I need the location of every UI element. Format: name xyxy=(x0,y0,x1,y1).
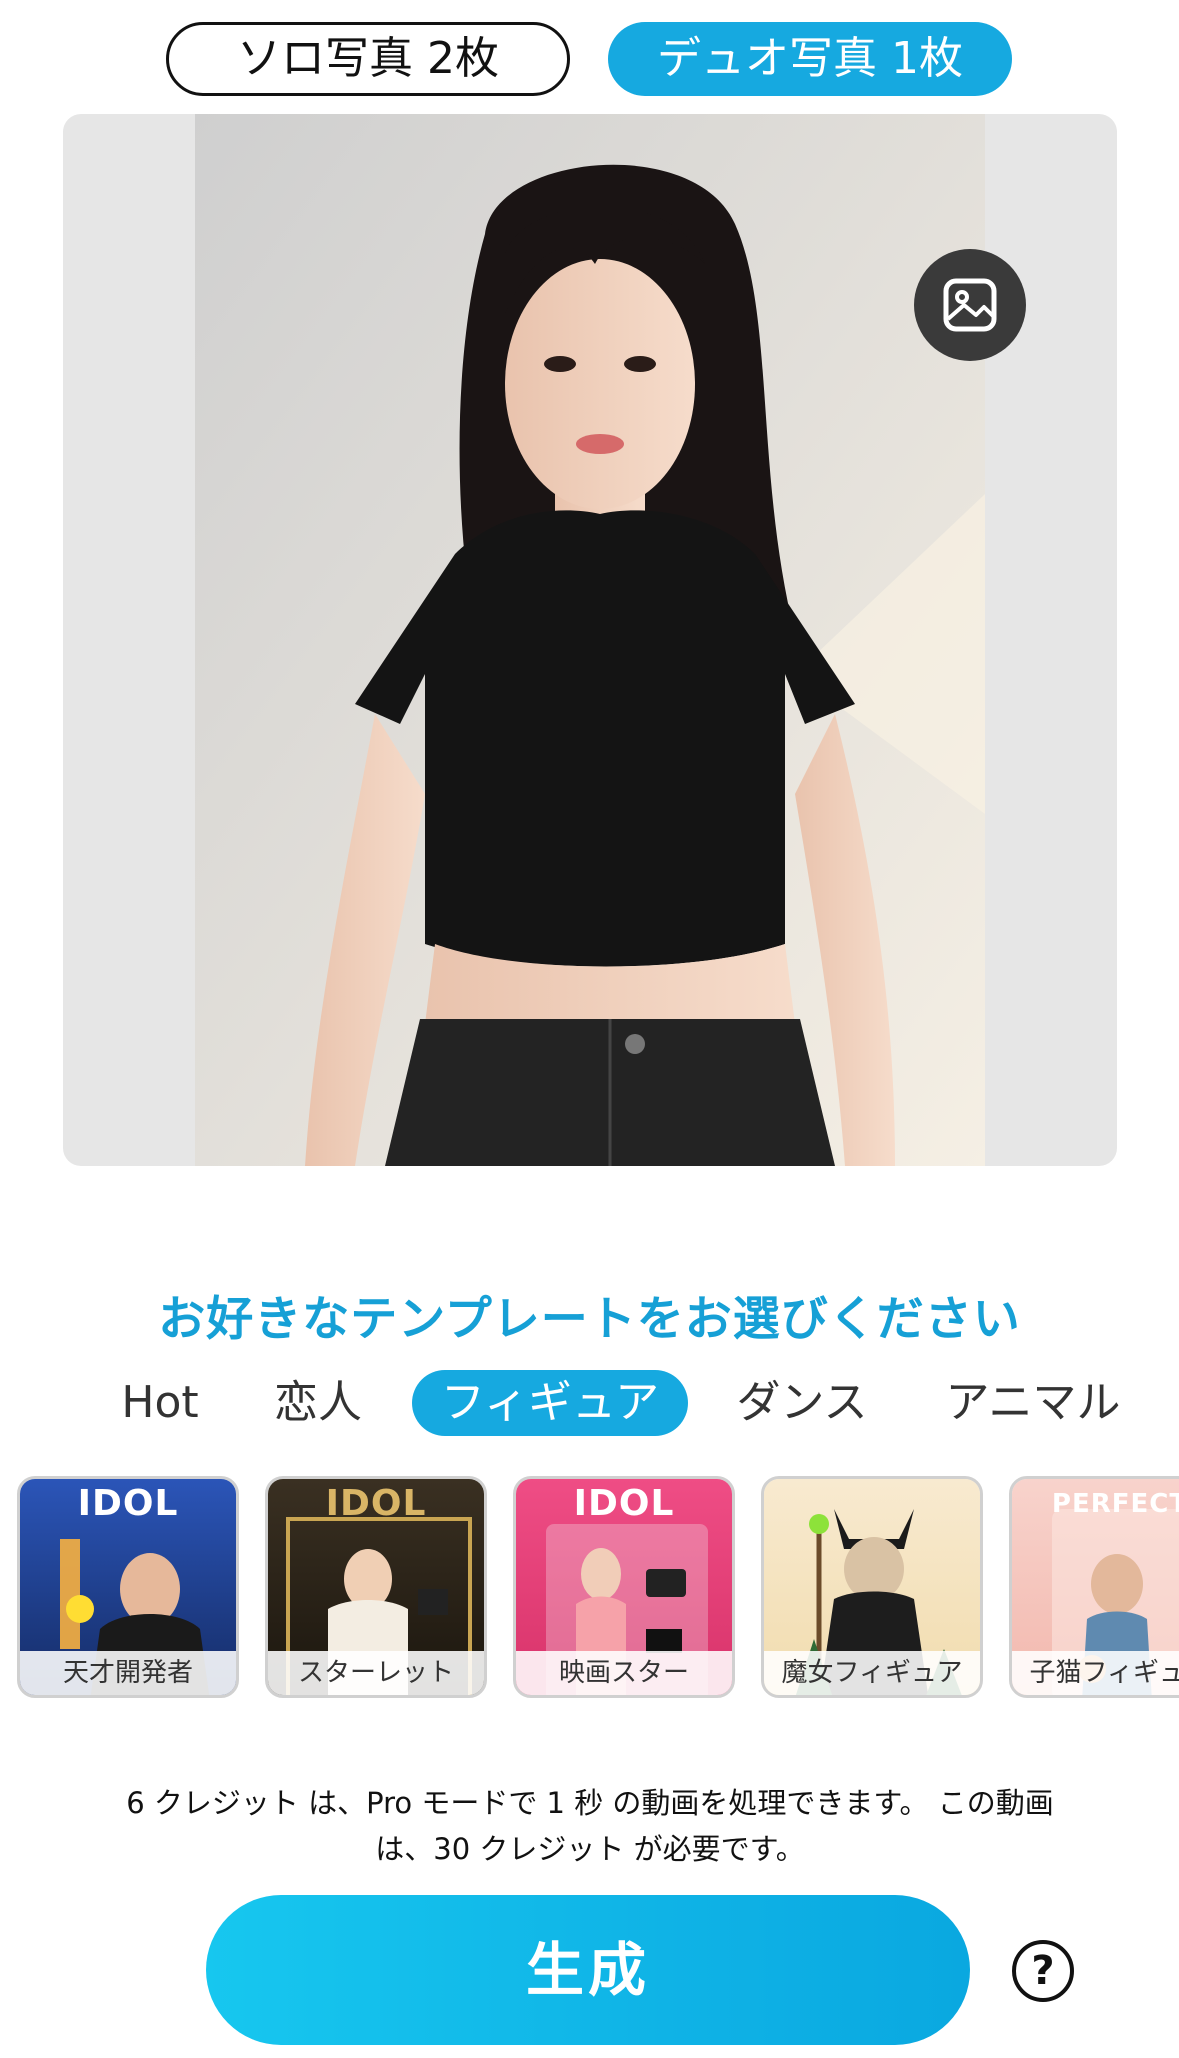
template-label: 天才開発者 xyxy=(20,1651,236,1695)
template-card-genius-developer[interactable]: IDOL 天才開発者 xyxy=(17,1476,239,1698)
template-badge: IDOL xyxy=(325,1483,427,1524)
photo-mode-toggle: ソロ写真 2枚 デュオ写真 1枚 xyxy=(0,22,1179,96)
template-label: 魔女フィギュア xyxy=(764,1651,980,1695)
photo-preview[interactable] xyxy=(63,114,1117,1166)
template-label: 子猫フィギュア xyxy=(1012,1651,1179,1695)
template-card-kitten-figure[interactable]: PERFECT 子猫フィギュア xyxy=(1009,1476,1179,1698)
template-badge: IDOL xyxy=(77,1483,179,1524)
credit-info: 6 クレジット は、Pro モードで 1 秒 の動画を処理できます。 この動画 … xyxy=(100,1780,1080,1872)
credit-info-line-1: 6 クレジット は、Pro モードで 1 秒 の動画を処理できます。 この動画 xyxy=(126,1786,1054,1820)
template-card-witch-figure[interactable]: 魔女フィギュア xyxy=(761,1476,983,1698)
template-label: スターレット xyxy=(268,1651,484,1695)
tab-figure[interactable]: フィギュア xyxy=(412,1370,688,1436)
solo-photo-button[interactable]: ソロ写真 2枚 xyxy=(166,22,570,96)
template-card-movie-star[interactable]: IDOL 映画スター xyxy=(513,1476,735,1698)
tab-dance[interactable]: ダンス xyxy=(734,1370,870,1436)
credit-info-line-2: は、30 クレジット が必要です。 xyxy=(375,1832,805,1866)
duo-photo-button[interactable]: デュオ写真 1枚 xyxy=(608,22,1012,96)
template-heading: お好きなテンプレートをお選びください xyxy=(158,1292,1021,1347)
tab-lovers[interactable]: 恋人 xyxy=(272,1370,364,1436)
template-card-starlet[interactable]: IDOL スターレット xyxy=(265,1476,487,1698)
help-icon[interactable]: ? xyxy=(1012,1940,1074,2002)
generate-button[interactable]: 生成 xyxy=(206,1895,970,2045)
category-tabs: Hot 恋人 フィギュア ダンス アニマル xyxy=(0,1370,1179,1436)
tab-animal[interactable]: アニマル xyxy=(944,1370,1122,1436)
template-badge: PERFECT xyxy=(1051,1489,1179,1519)
uploaded-photo xyxy=(195,114,985,1166)
template-badge: IDOL xyxy=(573,1483,675,1524)
tab-hot[interactable]: Hot xyxy=(120,1370,200,1436)
template-list: IDOL 天才開発者 IDOL スターレット IDOL 映画スター 魔女フィギュ… xyxy=(0,1476,1179,1700)
image-gallery-icon xyxy=(943,278,997,332)
template-label: 映画スター xyxy=(516,1651,732,1695)
change-photo-button[interactable] xyxy=(914,249,1026,361)
